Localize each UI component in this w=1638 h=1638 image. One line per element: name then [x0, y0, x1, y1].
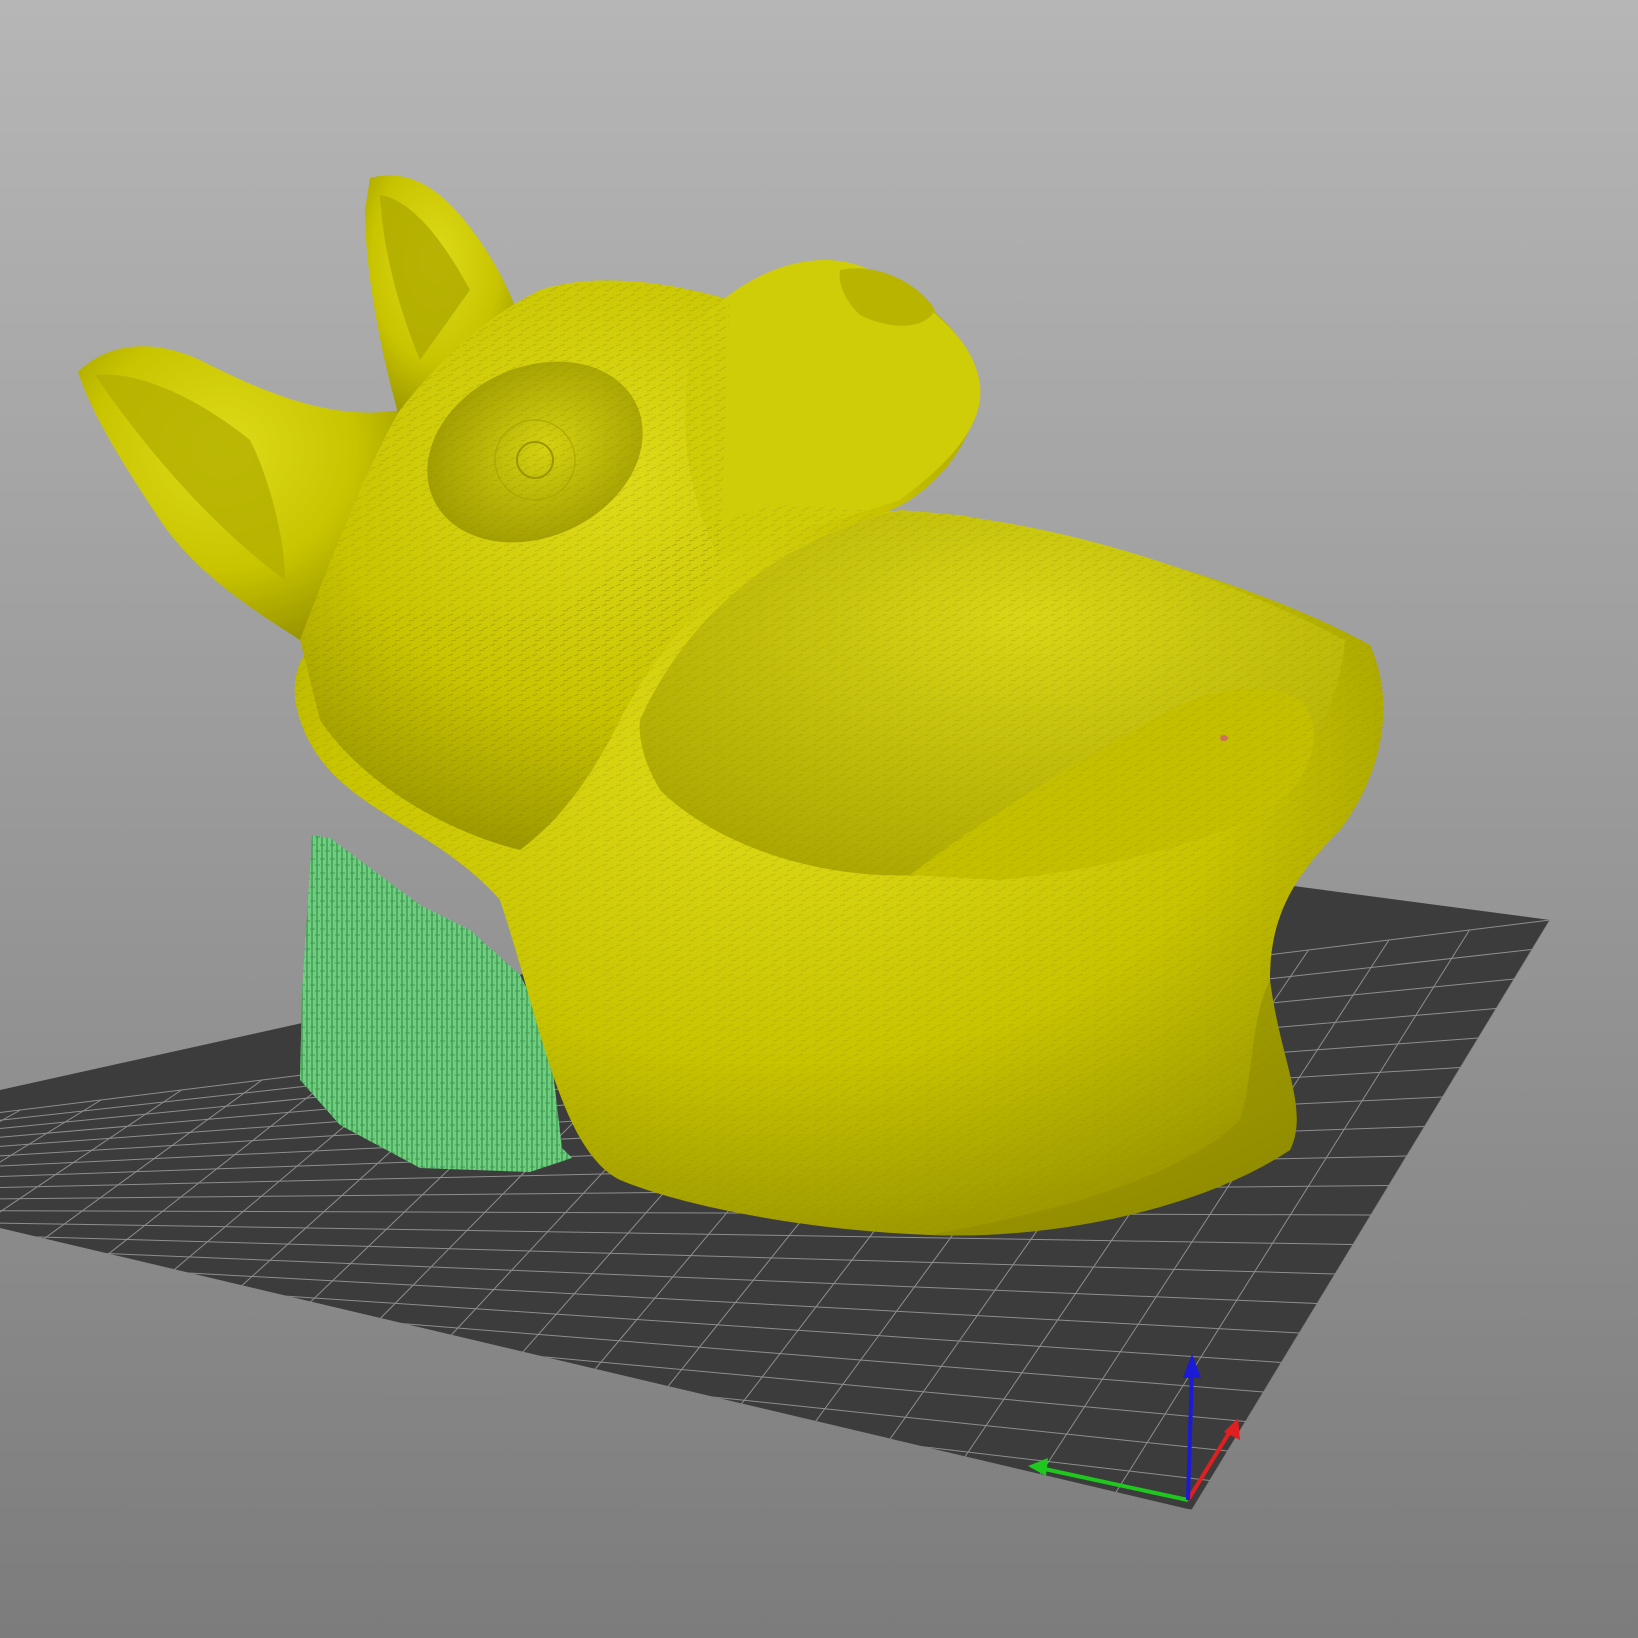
3d-viewport[interactable] [0, 0, 1638, 1638]
scene-canvas[interactable] [0, 0, 1638, 1638]
